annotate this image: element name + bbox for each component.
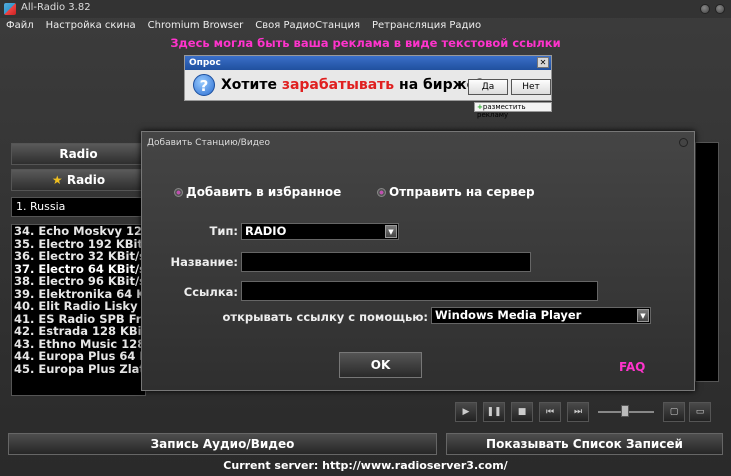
play-icon[interactable]: ▶ <box>455 402 477 422</box>
dropdown-arrow-icon: ▼ <box>637 309 649 322</box>
app-icon <box>4 3 16 15</box>
list-item[interactable]: 38. Electro 96 KBit/s <box>12 275 145 288</box>
name-input[interactable] <box>241 252 531 272</box>
minimize-icon[interactable] <box>700 4 710 14</box>
radio-dot-icon <box>377 188 386 197</box>
previous-icon[interactable]: ⏮ <box>539 402 561 422</box>
menu-bar: Файл Настройка скина Chromium Browser Св… <box>6 20 481 34</box>
banner-yes-button[interactable]: Да <box>468 79 508 95</box>
banner-question: Хотите зарабатывать на бирже? <box>221 77 485 93</box>
link-input[interactable] <box>241 281 598 301</box>
star-icon: ★ <box>51 173 63 187</box>
banner-close-icon[interactable]: ✕ <box>537 57 549 68</box>
stop-icon[interactable]: ■ <box>511 402 533 422</box>
menu-item-skin[interactable]: Настройка скина <box>46 20 136 34</box>
list-item[interactable]: 44. Europa Plus 64 KBit/s <box>12 350 145 363</box>
close-icon[interactable] <box>715 4 725 14</box>
show-records-button[interactable]: Показывать Список Записей <box>446 433 723 455</box>
menu-item-own-station[interactable]: Своя РадиоСтанция <box>255 20 360 34</box>
record-audio-video-button[interactable]: Запись Аудио/Видео <box>8 433 437 455</box>
banner-no-button[interactable]: Нет <box>511 79 551 95</box>
place-ad-link[interactable]: +разместить рекламу <box>474 102 552 119</box>
open-with-select[interactable]: Windows Media Player ▼ <box>431 307 651 324</box>
menu-item-relay[interactable]: Ретрансляция Радио <box>372 20 481 34</box>
favorites-radio-button[interactable]: ★ Radio <box>11 169 146 191</box>
title-bar: All-Radio 3.82 <box>0 0 731 18</box>
question-icon: ? <box>193 74 215 96</box>
pause-icon[interactable]: ❚❚ <box>483 402 505 422</box>
list-item[interactable]: 36. Electro 32 KBit/s <box>12 250 145 263</box>
type-label: Тип: <box>209 224 238 238</box>
type-select[interactable]: RADIO ▼ <box>241 223 399 240</box>
next-icon[interactable]: ⏭ <box>567 402 589 422</box>
video-area <box>695 142 719 382</box>
add-station-dialog: Добавить Станцию/Видео Добавить в избран… <box>141 131 695 391</box>
country-select[interactable]: 1. Russia <box>11 197 146 217</box>
window-title: All-Radio 3.82 <box>21 2 91 13</box>
fullscreen-icon[interactable]: ▢ <box>663 402 685 422</box>
radio-button[interactable]: Radio <box>11 143 146 165</box>
menu-item-file[interactable]: Файл <box>6 20 34 34</box>
folder-icon[interactable]: ▭ <box>689 402 711 422</box>
list-item[interactable]: 42. Estrada 128 KBit/s <box>12 325 145 338</box>
list-item[interactable]: 34. Echo Moskvy 128 KBit/s <box>12 225 145 238</box>
dialog-title: Добавить Станцию/Видео <box>147 138 270 148</box>
list-item[interactable]: 40. Elit Radio Lisky 128 KBit/s <box>12 300 145 313</box>
server-status: Current server: http://www.radioserver3.… <box>223 459 508 472</box>
station-list[interactable]: 34. Echo Moskvy 128 KBit/s 35. Electro 1… <box>11 224 146 396</box>
ad-text-link[interactable]: Здесь могла быть ваша реклама в виде тек… <box>0 36 731 50</box>
open-with-label: открывать ссылку с помощью: <box>222 310 428 324</box>
app-window: All-Radio 3.82 Файл Настройка скина Chro… <box>0 0 731 476</box>
faq-link[interactable]: FAQ <box>619 360 645 374</box>
radio-send-server[interactable]: Отправить на сервер <box>377 185 535 199</box>
radio-dot-icon <box>174 188 183 197</box>
menu-item-browser[interactable]: Chromium Browser <box>148 20 244 34</box>
ok-button[interactable]: OK <box>339 352 422 378</box>
radio-add-favorites[interactable]: Добавить в избранное <box>174 185 341 199</box>
list-item[interactable]: 45. Europa Plus Zlatoust 128 KBit/s <box>12 362 145 376</box>
dialog-close-icon[interactable] <box>679 138 688 147</box>
banner-title: Опрос <box>185 56 551 70</box>
link-label: Ссылка: <box>183 285 238 299</box>
name-label: Название: <box>170 255 238 269</box>
ad-banner: Опрос ✕ ? Хотите зарабатывать на бирже? … <box>184 55 552 101</box>
volume-slider-handle[interactable] <box>621 405 629 417</box>
dropdown-arrow-icon: ▼ <box>385 225 397 238</box>
